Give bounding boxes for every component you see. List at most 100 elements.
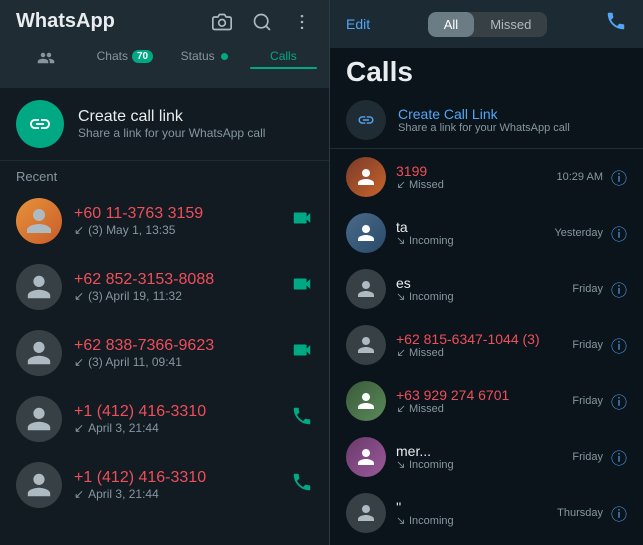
avatar xyxy=(16,330,62,376)
chats-badge: 70 xyxy=(132,50,153,63)
info-icon[interactable]: ⓘ xyxy=(611,277,627,301)
right-call-item[interactable]: es Incoming Friday ⓘ xyxy=(330,261,643,317)
right-call-item[interactable]: Tim... Incoming Thursday ⓘ xyxy=(330,541,643,545)
right-title: Calls xyxy=(330,48,643,92)
call-detail: ↙ April 3, 21:44 xyxy=(74,487,279,501)
tab-status[interactable]: Status xyxy=(167,43,242,82)
avatar xyxy=(346,493,386,533)
right-call-name: +62 815-6347-1044 (3) xyxy=(396,331,562,347)
call-item[interactable]: +62 838-7366-9623 ↙ (3) April 11, 09:41 xyxy=(0,320,329,386)
tab-missed[interactable]: Missed xyxy=(474,12,547,37)
tab-calls[interactable]: Calls xyxy=(246,43,321,82)
right-call-time: Thursday xyxy=(557,507,603,519)
calls-tab-underline xyxy=(250,67,317,69)
right-call-info: '' Incoming xyxy=(396,499,547,527)
video-call-icon[interactable] xyxy=(291,273,313,301)
right-calls-list: 3199 Missed 10:29 AM ⓘ ta Incoming xyxy=(330,149,643,545)
avatar xyxy=(346,269,386,309)
right-link-sub: Share a link for your WhatsApp call xyxy=(398,122,570,134)
tab-all[interactable]: All xyxy=(428,12,474,37)
info-icon[interactable]: ⓘ xyxy=(611,333,627,357)
nav-tabs: Chats 70 Status Calls xyxy=(0,43,329,88)
right-call-sub: Incoming xyxy=(396,291,562,303)
right-call-item[interactable]: +63 929 274 6701 Missed Friday ⓘ xyxy=(330,373,643,429)
avatar xyxy=(16,264,62,310)
app-title: WhatsApp xyxy=(16,10,115,33)
call-item[interactable]: +1 (412) 416-3310 ↙ April 3, 21:44 xyxy=(0,386,329,452)
video-call-icon[interactable] xyxy=(291,207,313,235)
missed-arrow-icon: ↙ xyxy=(74,487,84,501)
recent-label: Recent xyxy=(0,161,329,188)
right-link-text: Create Call Link Share a link for your W… xyxy=(398,106,570,134)
right-call-sub: Incoming xyxy=(396,459,562,471)
voice-call-icon[interactable] xyxy=(291,405,313,433)
create-link-text: Create call link Share a link for your W… xyxy=(78,108,265,140)
right-link-main: Create Call Link xyxy=(398,106,570,122)
right-call-sub: Missed xyxy=(396,179,547,191)
status-dot xyxy=(221,53,228,60)
call-item[interactable]: +62 852-3153-8088 ↙ (3) April 19, 11:32 xyxy=(0,254,329,320)
contacts-icon xyxy=(37,49,55,72)
right-call-sub: Incoming xyxy=(396,515,547,527)
right-call-sub: Incoming xyxy=(396,235,544,247)
info-icon[interactable]: ⓘ xyxy=(611,445,627,469)
right-panel: Edit All Missed Calls Create Call Link S… xyxy=(330,0,643,545)
filter-tabs: All Missed xyxy=(428,12,548,37)
video-call-icon[interactable] xyxy=(291,339,313,367)
right-call-right: Thursday ⓘ xyxy=(557,501,627,525)
create-call-link[interactable]: Create call link Share a link for your W… xyxy=(0,88,329,161)
call-info: +62 852-3153-8088 ↙ (3) April 19, 11:32 xyxy=(74,271,279,303)
voice-call-icon[interactable] xyxy=(291,471,313,499)
call-item[interactable]: +1 (412) 416-3310 ↙ April 3, 21:44 xyxy=(0,452,329,518)
camera-icon[interactable] xyxy=(211,11,233,33)
search-icon[interactable] xyxy=(251,11,273,33)
contacts-tab-underline xyxy=(12,76,79,78)
call-info: +1 (412) 416-3310 ↙ April 3, 21:44 xyxy=(74,403,279,435)
status-tab-underline xyxy=(171,67,238,69)
menu-icon[interactable] xyxy=(291,11,313,33)
chats-tab-underline xyxy=(91,67,158,69)
right-call-item[interactable]: +62 815-6347-1044 (3) Missed Friday ⓘ xyxy=(330,317,643,373)
missed-arrow-icon: ↙ xyxy=(74,355,84,369)
right-call-right: Friday ⓘ xyxy=(572,333,627,357)
right-call-time: Friday xyxy=(572,395,603,407)
tab-contacts[interactable] xyxy=(8,43,83,82)
header-icons xyxy=(211,11,313,33)
right-call-item[interactable]: mer... Incoming Friday ⓘ xyxy=(330,429,643,485)
call-number: +62 852-3153-8088 xyxy=(74,271,279,289)
avatar xyxy=(16,396,62,442)
left-panel: WhatsApp xyxy=(0,0,330,545)
avatar xyxy=(346,213,386,253)
right-call-item[interactable]: '' Incoming Thursday ⓘ xyxy=(330,485,643,541)
tab-chats[interactable]: Chats 70 xyxy=(87,43,162,82)
call-detail: ↙ (3) April 11, 09:41 xyxy=(74,355,279,369)
right-create-link[interactable]: Create Call Link Share a link for your W… xyxy=(330,92,643,149)
right-call-right: 10:29 AM ⓘ xyxy=(557,165,628,189)
right-call-name: '' xyxy=(396,499,547,515)
right-call-right: Friday ⓘ xyxy=(572,277,627,301)
right-call-name: 3199 xyxy=(396,163,547,179)
status-tab-label: Status xyxy=(181,49,215,63)
call-number: +1 (412) 416-3310 xyxy=(74,403,279,421)
right-call-info: +62 815-6347-1044 (3) Missed xyxy=(396,331,562,359)
edit-button[interactable]: Edit xyxy=(346,16,370,32)
call-item[interactable]: +60 11-3763 3159 ↙ (3) May 1, 13:35 xyxy=(0,188,329,254)
info-icon[interactable]: ⓘ xyxy=(611,165,627,189)
create-link-main-label: Create call link xyxy=(78,108,265,126)
right-call-right: Friday ⓘ xyxy=(572,389,627,413)
create-link-sub-label: Share a link for your WhatsApp call xyxy=(78,126,265,140)
info-icon[interactable]: ⓘ xyxy=(611,221,627,245)
chats-tab-label: Chats xyxy=(97,49,128,63)
right-call-item[interactable]: ta Incoming Yesterday ⓘ xyxy=(330,205,643,261)
right-call-item[interactable]: 3199 Missed 10:29 AM ⓘ xyxy=(330,149,643,205)
info-icon[interactable]: ⓘ xyxy=(611,501,627,525)
right-call-time: Yesterday xyxy=(554,227,603,239)
left-header: WhatsApp xyxy=(0,0,329,43)
info-icon[interactable]: ⓘ xyxy=(611,389,627,413)
right-header: Edit All Missed xyxy=(330,0,643,48)
call-number: +60 11-3763 3159 xyxy=(74,205,279,223)
right-link-icon xyxy=(346,100,386,140)
new-call-icon[interactable] xyxy=(605,10,627,38)
right-call-time: 10:29 AM xyxy=(557,171,603,183)
right-call-name: ta xyxy=(396,219,544,235)
